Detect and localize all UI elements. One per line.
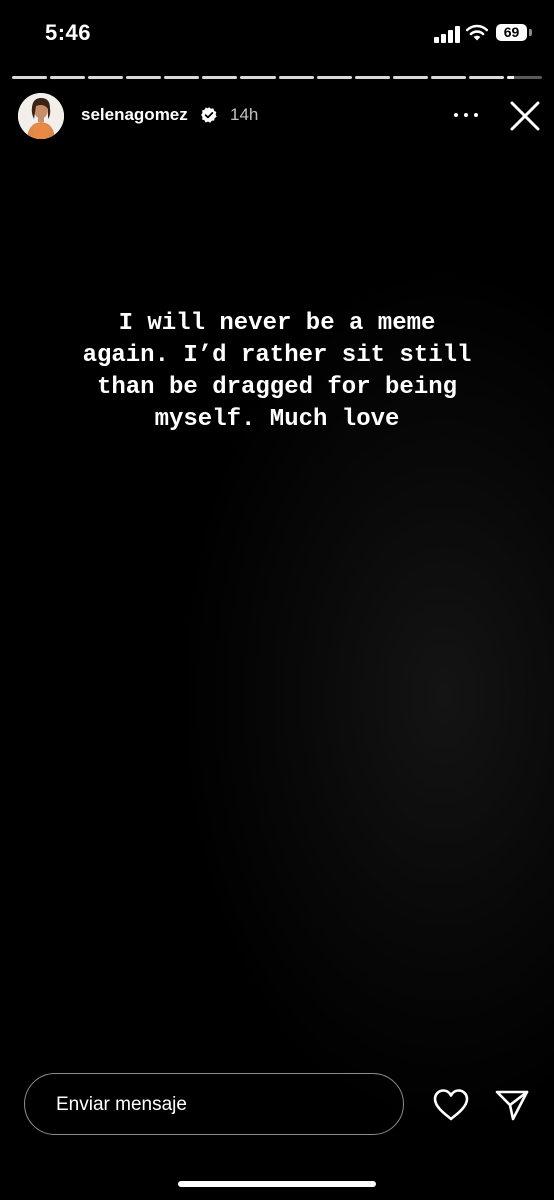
battery-icon: 69	[496, 24, 527, 41]
progress-segment	[88, 76, 124, 79]
more-options-button[interactable]	[448, 102, 484, 128]
username[interactable]: selenagomez	[81, 105, 188, 125]
progress-segment	[126, 76, 162, 79]
avatar[interactable]	[18, 93, 64, 139]
progress-segment	[12, 76, 48, 79]
send-button[interactable]	[494, 1088, 530, 1122]
status-time: 5:46	[45, 20, 92, 45]
story-progress-bar	[12, 76, 543, 79]
progress-segment	[430, 76, 466, 79]
progress-segment	[278, 76, 314, 79]
story-text-line: I will never be a meme	[118, 310, 436, 337]
progress-segment	[50, 76, 86, 79]
heart-icon	[433, 1089, 469, 1121]
battery-nub	[529, 29, 532, 36]
send-icon	[495, 1090, 529, 1121]
post-time: 14h	[230, 105, 259, 124]
progress-segment	[354, 76, 390, 79]
story-header: selenagomez 14h	[0, 88, 554, 144]
message-placeholder: Enviar mensaje	[56, 1094, 187, 1115]
home-indicator[interactable]	[178, 1181, 376, 1187]
progress-segment	[392, 76, 428, 79]
progress-segment	[316, 76, 352, 79]
story-text-line: myself. Much love	[154, 406, 400, 433]
close-icon	[510, 101, 540, 131]
story-text-line: again. I’d rather sit still	[82, 342, 472, 369]
story-text-line: than be dragged for being	[96, 374, 458, 401]
progress-segment	[468, 76, 505, 79]
status-bar: 5:46 69	[0, 0, 554, 70]
story-screen[interactable]: 5:46 69 selenagomez 14h I will never be …	[0, 0, 554, 1200]
more-dots-icon	[454, 113, 458, 117]
progress-segment	[507, 76, 543, 79]
progress-segment	[164, 76, 200, 79]
wifi-icon	[465, 22, 489, 42]
progress-segment	[240, 76, 276, 79]
like-button[interactable]	[432, 1088, 470, 1122]
story-text: I will never be a meme again. I’d rather…	[0, 308, 554, 436]
progress-segment-fill	[507, 76, 515, 79]
message-input[interactable]: Enviar mensaje	[24, 1073, 404, 1135]
cellular-signal-icon	[434, 25, 460, 43]
progress-segment	[202, 76, 238, 79]
close-button[interactable]	[505, 96, 545, 136]
verified-badge-icon	[200, 106, 218, 124]
